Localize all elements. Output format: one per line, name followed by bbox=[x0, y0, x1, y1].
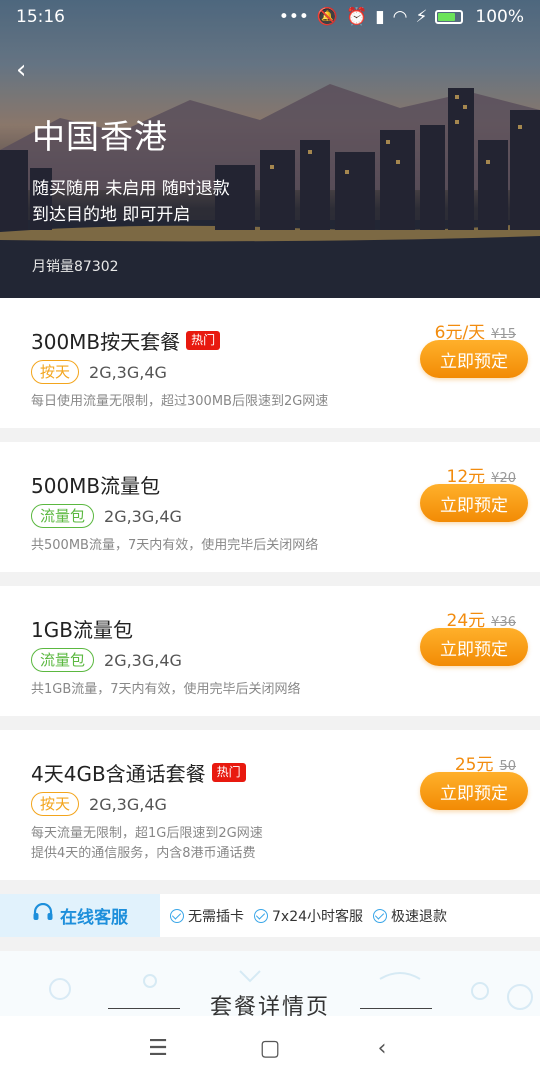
signal-icon: ▮ bbox=[375, 7, 385, 27]
battery-percent: 100% bbox=[475, 7, 524, 27]
plan-description: 每日使用流量无限制，超过300MB后限速到2G网速 bbox=[31, 394, 329, 409]
status-bar: 15:16 ••• 🔕 ⏰ ▮ ◠ ⚡ 100% bbox=[0, 0, 540, 34]
plan-name: 300MB按天套餐 bbox=[31, 330, 181, 354]
plan-type-tag: 流量包 bbox=[31, 504, 95, 528]
check-icon bbox=[170, 908, 184, 923]
plan-card: 500MB流量包 流量包 2G,3G,4G 共500MB流量，7天内有效，使用完… bbox=[0, 442, 540, 572]
book-button[interactable]: 立即预定 bbox=[420, 628, 528, 666]
hot-badge: 热门 bbox=[211, 763, 246, 782]
plan-description: 每天流量无限制，超1G后限速到2G网速 提供4天的通信服务，内含8港币通话费 bbox=[31, 826, 263, 861]
book-button[interactable]: 立即预定 bbox=[420, 772, 528, 810]
feature-fast-refund: 极速退款 bbox=[373, 906, 447, 926]
hot-badge: 热门 bbox=[186, 331, 221, 350]
service-bar: 在线客服 无需插卡 7x24小时客服 极速退款 bbox=[0, 894, 540, 937]
plan-description: 共500MB流量，7天内有效，使用完毕后关闭网络 bbox=[31, 538, 319, 553]
back-nav-icon[interactable]: ‹ bbox=[370, 1036, 394, 1061]
feature-24h-support: 7x24小时客服 bbox=[254, 906, 363, 926]
plan-name: 4天4GB含通话套餐 bbox=[31, 762, 206, 786]
charging-icon: ⚡ bbox=[415, 7, 428, 27]
clock: 15:16 bbox=[16, 7, 65, 27]
network-types: 2G,3G,4G bbox=[104, 650, 182, 670]
system-navigation-bar: ☰ ▢ ‹ bbox=[0, 1016, 540, 1080]
plan-type-tag: 按天 bbox=[31, 360, 80, 384]
mute-icon: 🔕 bbox=[316, 7, 339, 27]
feature-no-sim: 无需插卡 bbox=[170, 906, 244, 926]
back-icon[interactable]: ‹ bbox=[16, 56, 44, 84]
check-icon bbox=[254, 908, 268, 923]
page-title: 中国香港 bbox=[32, 117, 168, 156]
more-dots-icon: ••• bbox=[278, 7, 309, 27]
network-types: 2G,3G,4G bbox=[89, 362, 167, 382]
network-types: 2G,3G,4G bbox=[104, 506, 182, 526]
hero-subtitle: 随买随用 未启用 随时退款 到达目的地 即可开启 bbox=[32, 179, 230, 225]
hero-banner: 15:16 ••• 🔕 ⏰ ▮ ◠ ⚡ 100% ‹ 中国香港 随买随用 未启用… bbox=[0, 0, 540, 298]
wifi-icon: ◠ bbox=[392, 7, 408, 27]
monthly-sales: 月销量87302 bbox=[32, 259, 119, 275]
online-customer-service-button[interactable]: 在线客服 bbox=[0, 894, 160, 937]
plan-card: 4天4GB含通话套餐 热门 按天 2G,3G,4G 每天流量无限制，超1G后限速… bbox=[0, 730, 540, 880]
service-features: 无需插卡 7x24小时客服 极速退款 bbox=[160, 906, 447, 926]
plan-description: 共1GB流量，7天内有效，使用完毕后关闭网络 bbox=[31, 682, 301, 697]
home-icon[interactable]: ▢ bbox=[258, 1036, 282, 1061]
headset-icon bbox=[32, 902, 54, 928]
book-button[interactable]: 立即预定 bbox=[420, 340, 528, 378]
title-divider-right bbox=[360, 1008, 432, 1009]
network-types: 2G,3G,4G bbox=[89, 794, 167, 814]
online-cs-label: 在线客服 bbox=[60, 908, 128, 928]
book-button[interactable]: 立即预定 bbox=[420, 484, 528, 522]
alarm-icon: ⏰ bbox=[346, 7, 368, 27]
plan-type-tag: 流量包 bbox=[31, 648, 95, 672]
plan-card: 1GB流量包 流量包 2G,3G,4G 共1GB流量，7天内有效，使用完毕后关闭… bbox=[0, 586, 540, 716]
menu-icon[interactable]: ☰ bbox=[146, 1036, 170, 1061]
check-icon bbox=[373, 908, 388, 923]
battery-icon bbox=[435, 10, 464, 24]
plan-name: 500MB流量包 bbox=[31, 474, 161, 498]
plan-name: 1GB流量包 bbox=[31, 618, 133, 642]
details-section: 套餐详情页 bbox=[0, 951, 540, 1021]
plan-card: 300MB按天套餐 热门 按天 2G,3G,4G 每日使用流量无限制，超过300… bbox=[0, 298, 540, 428]
plan-type-tag: 按天 bbox=[31, 792, 80, 816]
